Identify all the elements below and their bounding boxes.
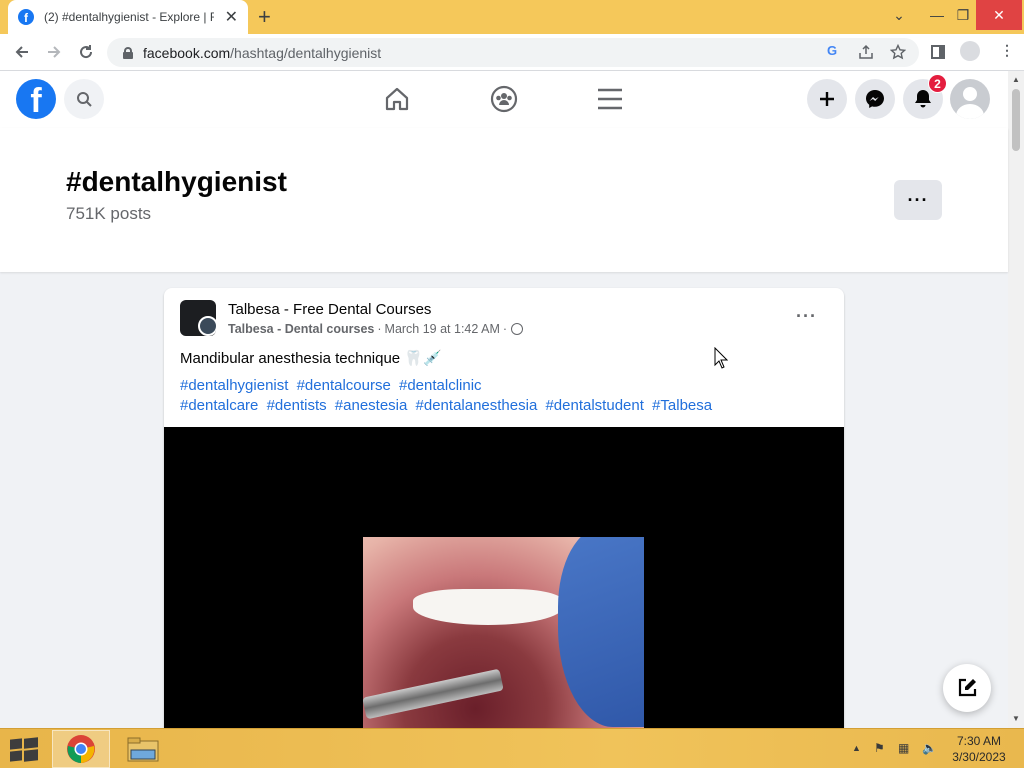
browser-toolbar: facebook.com/hashtag/dentalhygienist G ⋮ [0, 34, 1024, 71]
page-title: #dentalhygienist [66, 166, 287, 197]
google-lens-icon[interactable]: G [827, 43, 837, 58]
group-name-link[interactable]: Talbesa - Dental courses [228, 322, 374, 336]
create-button[interactable] [807, 79, 847, 119]
menu-tab[interactable] [592, 81, 628, 117]
groups-icon [490, 85, 518, 113]
messenger-button[interactable] [855, 79, 895, 119]
home-icon [385, 87, 409, 111]
page-avatar[interactable] [180, 300, 216, 336]
hashtag-link[interactable]: #dentalcourse [297, 377, 391, 394]
bookmark-star-icon[interactable] [890, 44, 906, 60]
account-avatar[interactable] [950, 79, 990, 119]
globe-icon [511, 323, 524, 335]
reload-icon [80, 45, 93, 59]
bell-icon [915, 90, 931, 108]
forward-arrow-icon [48, 46, 61, 58]
meta-separator: · [377, 322, 382, 336]
url-domain: facebook.com [143, 44, 231, 61]
tab-search-chevron-icon[interactable]: ⌄ [886, 0, 912, 30]
hashtag-link[interactable]: #dentalanesthesia [416, 397, 538, 414]
system-clock[interactable]: 7:30 AM 3/30/2023 [944, 733, 1014, 765]
hashtag-link[interactable]: #dentalclinic [399, 377, 482, 394]
page-scrollbar[interactable]: ▲ ▼ [1008, 71, 1024, 728]
side-panel-icon[interactable] [930, 44, 946, 60]
new-tab-button[interactable]: + [258, 4, 271, 30]
chrome-menu-icon[interactable]: ⋮ [1000, 42, 1014, 59]
post-count: 751K posts [66, 204, 152, 223]
hashtag-link[interactable]: #dentalstudent [545, 397, 643, 414]
chrome-icon [67, 735, 95, 763]
video-frame [363, 537, 644, 728]
back-arrow-icon [15, 46, 28, 58]
meta-separator: · [502, 322, 508, 336]
lock-icon [123, 46, 133, 59]
reload-button[interactable] [74, 40, 98, 64]
taskbar-chrome-button[interactable] [52, 730, 110, 768]
post-meta: Talbesa - Dental courses · March 19 at 1… [228, 322, 524, 336]
facebook-logo-icon[interactable]: f [16, 79, 56, 119]
hashtag-link[interactable]: #dentalhygienist [180, 377, 288, 394]
scroll-down-icon[interactable]: ▼ [1012, 714, 1020, 723]
tray-expand-icon[interactable]: ▲ [852, 743, 861, 753]
windows-start-button[interactable] [10, 737, 38, 762]
hashtags-line-1: #dentalhygienist #dentalcourse #dentalcl… [180, 377, 486, 394]
hashtag-link[interactable]: #anestesia [335, 397, 408, 414]
minimize-button[interactable]: — [924, 0, 950, 30]
post-timestamp[interactable]: March 19 at 1:42 AM [385, 322, 500, 336]
messenger-icon [866, 90, 884, 108]
facebook-favicon-icon: f [18, 9, 34, 25]
hashtag-more-button[interactable]: ··· [894, 180, 942, 220]
tab-close-icon[interactable]: ✕ [225, 7, 238, 27]
hashtags-line-2: #dentalcare #dentists #anestesia #dental… [180, 397, 716, 414]
action-center-flag-icon[interactable]: ⚑ [874, 741, 885, 755]
profile-icon[interactable] [960, 41, 980, 61]
facebook-header: f [0, 71, 1008, 128]
address-bar[interactable]: facebook.com/hashtag/dentalhygienist [107, 38, 919, 67]
hashtag-header: #dentalhygienist 751K posts ··· [0, 128, 1008, 272]
restore-button[interactable]: ❐ [950, 0, 976, 30]
notification-badge: 2 [928, 74, 947, 93]
post-more-button[interactable]: ··· [796, 306, 817, 327]
mouse-cursor-icon [714, 347, 728, 369]
url-path: /hashtag/dentalhygienist [230, 44, 382, 61]
browser-tab-strip: f (2) #dentalhygienist - Explore | Fa ✕ … [0, 0, 1024, 34]
clock-date: 3/30/2023 [952, 750, 1006, 764]
compose-icon [958, 678, 977, 697]
search-icon [77, 92, 92, 107]
scroll-up-icon[interactable]: ▲ [1012, 75, 1020, 84]
hashtag-link[interactable]: #Talbesa [652, 397, 712, 414]
forward-button[interactable] [42, 40, 66, 64]
folder-icon [127, 737, 159, 762]
share-icon[interactable] [858, 44, 874, 60]
search-button[interactable] [64, 79, 104, 119]
tab-title: (2) #dentalhygienist - Explore | Fa [44, 10, 214, 24]
post-card: Talbesa - Free Dental Courses Talbesa - … [164, 288, 844, 728]
post-text: Mandibular anesthesia technique 🦷💉 [180, 350, 442, 367]
post-video[interactable] [164, 427, 844, 728]
close-window-button[interactable]: ✕ [976, 0, 1022, 30]
page-name-link[interactable]: Talbesa - Free Dental Courses [228, 301, 431, 318]
groups-tab[interactable] [486, 81, 522, 117]
hashtag-link[interactable]: #dentists [267, 397, 327, 414]
clock-time: 7:30 AM [956, 734, 1002, 748]
plus-icon [820, 92, 834, 106]
windows-taskbar: ▲ ⚑ ▦ 🔈 7:30 AM 3/30/2023 [0, 728, 1024, 768]
network-icon[interactable]: ▦ [898, 741, 909, 755]
url-text: facebook.com/hashtag/dentalhygienist [143, 45, 381, 61]
menu-icon [598, 88, 622, 110]
home-tab[interactable] [379, 81, 415, 117]
browser-tab[interactable]: f (2) #dentalhygienist - Explore | Fa ✕ [8, 0, 248, 34]
hashtag-link[interactable]: #dentalcare [180, 397, 258, 414]
taskbar-file-explorer-button[interactable] [124, 733, 162, 765]
new-message-button[interactable] [943, 664, 991, 712]
volume-muted-icon[interactable]: 🔈 [922, 741, 937, 755]
back-button[interactable] [10, 40, 34, 64]
scrollbar-thumb[interactable] [1012, 89, 1020, 151]
